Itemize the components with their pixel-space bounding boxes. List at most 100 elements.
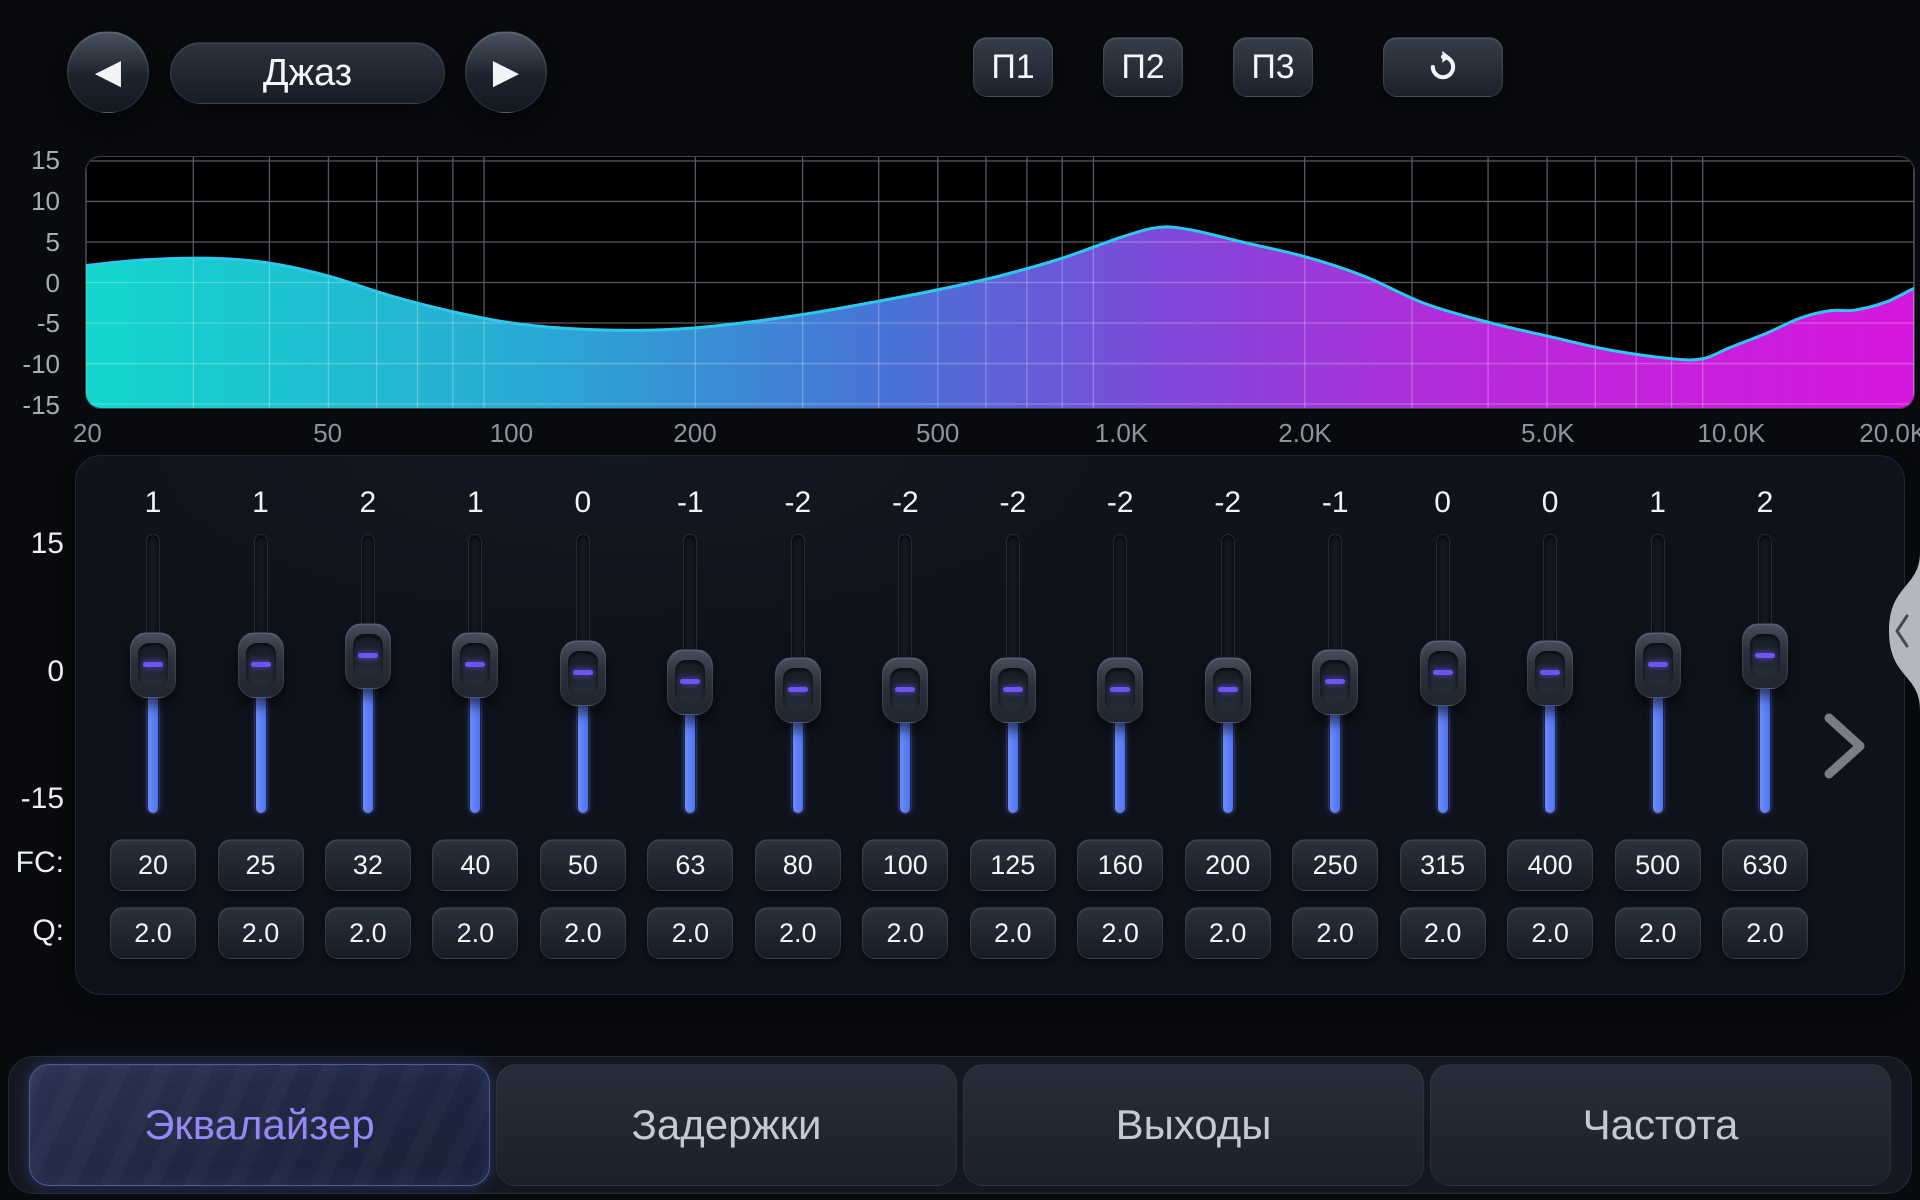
band-fc-button[interactable]: 200 [1185,839,1271,891]
band-q-button[interactable]: 2.0 [1615,907,1701,959]
x-tick-label: 20 [73,418,102,449]
preset-name: Джаз [263,52,352,95]
band-slider-thumb[interactable] [1527,640,1573,706]
tab-frequency[interactable]: Частота [1430,1064,1891,1186]
band-slider-thumb[interactable] [130,632,176,698]
tab-equalizer[interactable]: Эквалайзер [29,1064,490,1186]
band-slider-fill [256,685,266,814]
band-fc-button[interactable]: 50 [540,839,626,891]
eq-band-125hz: -2 125 2.0 [965,456,1061,996]
x-tick-label: 100 [490,418,533,449]
band-gain-value: 0 [1395,486,1491,520]
band-gain-value: 1 [427,486,523,520]
y-tick-label: 5 [0,228,60,256]
band-gain-value: 1 [1610,486,1706,520]
band-q-button[interactable]: 2.0 [1292,907,1378,959]
next-bands-page-button[interactable] [1816,710,1872,782]
band-fc-button[interactable]: 400 [1507,839,1593,891]
band-fc-button[interactable]: 40 [432,839,518,891]
fc-row-label: FC: [0,847,64,879]
band-fc-button[interactable]: 160 [1077,839,1163,891]
band-q-button[interactable]: 2.0 [540,907,626,959]
chart-x-axis: 20501002005001.0K2.0K5.0K10.0K20.0K [85,418,1915,448]
band-q-button[interactable]: 2.0 [1077,907,1163,959]
x-tick-label: 1.0K [1095,418,1149,449]
scale-label-mid: 0 [0,656,64,688]
band-fc-button[interactable]: 100 [862,839,948,891]
memory-button-2[interactable]: П2 [1103,37,1183,97]
slider-dash-icon [1433,670,1453,675]
band-slider-thumb[interactable] [1420,640,1466,706]
slider-dash-icon [1648,662,1668,667]
band-q-button[interactable]: 2.0 [862,907,948,959]
band-q-button[interactable]: 2.0 [970,907,1056,959]
band-slider-thumb[interactable] [1205,657,1251,723]
x-tick-label: 200 [673,418,716,449]
scale-label-bottom: -15 [0,783,64,815]
band-q-button[interactable]: 2.0 [325,907,411,959]
slider-dash-icon [895,687,915,692]
band-fc-button[interactable]: 20 [110,839,196,891]
band-slider-fill [1760,676,1770,813]
slider-dash-icon [1003,687,1023,692]
band-q-button[interactable]: 2.0 [1722,907,1808,959]
y-tick-label: -15 [0,391,60,419]
band-fc-button[interactable]: 630 [1722,839,1808,891]
slider-dash-icon [1755,653,1775,658]
bottom-tab-bar: ЭквалайзерЗадержкиВыходыЧастота [8,1056,1912,1194]
preset-selector[interactable]: Джаз [170,42,445,104]
eq-response-chart [85,156,1915,409]
y-tick-label: -10 [0,350,60,378]
band-slider-thumb[interactable] [775,657,821,723]
band-slider-thumb[interactable] [560,640,606,706]
band-slider-thumb[interactable] [1097,657,1143,723]
band-fc-button[interactable]: 32 [325,839,411,891]
band-slider-fill [363,676,373,813]
band-q-button[interactable]: 2.0 [647,907,733,959]
preset-prev-button[interactable]: ◀ [67,31,149,113]
eq-band-40hz: 1 40 2.0 [427,456,523,996]
band-gain-value: -2 [1072,486,1168,520]
band-gain-value: -2 [857,486,953,520]
band-slider-thumb[interactable] [1312,649,1358,715]
eq-band-100hz: -2 100 2.0 [857,456,953,996]
slider-dash-icon [573,670,593,675]
band-fc-button[interactable]: 250 [1292,839,1378,891]
x-tick-label: 5.0K [1521,418,1575,449]
y-tick-label: 10 [0,187,60,215]
band-slider-thumb[interactable] [1742,623,1788,689]
band-q-button[interactable]: 2.0 [755,907,841,959]
memory-button-3[interactable]: П3 [1233,37,1313,97]
band-gain-value: -1 [642,486,738,520]
x-tick-label: 500 [916,418,959,449]
eq-band-20hz: 1 20 2.0 [105,456,201,996]
band-fc-button[interactable]: 500 [1615,839,1701,891]
band-q-button[interactable]: 2.0 [432,907,518,959]
tab-delays[interactable]: Задержки [496,1064,957,1186]
band-slider-thumb[interactable] [667,649,713,715]
band-fc-button[interactable]: 63 [647,839,733,891]
band-slider-fill [1330,702,1340,814]
band-q-button[interactable]: 2.0 [1400,907,1486,959]
band-slider-fill [148,685,158,814]
band-fc-button[interactable]: 315 [1400,839,1486,891]
preset-next-button[interactable]: ▶ [465,31,547,113]
tab-outputs[interactable]: Выходы [963,1064,1424,1186]
band-slider-thumb[interactable] [1635,632,1681,698]
band-fc-button[interactable]: 80 [755,839,841,891]
band-q-button[interactable]: 2.0 [1507,907,1593,959]
memory-button-1[interactable]: П1 [973,37,1053,97]
band-q-button[interactable]: 2.0 [1185,907,1271,959]
band-slider-thumb[interactable] [882,657,928,723]
slider-dash-icon [1325,679,1345,684]
band-slider-thumb[interactable] [238,632,284,698]
band-fc-button[interactable]: 125 [970,839,1056,891]
band-slider-thumb[interactable] [452,632,498,698]
band-q-button[interactable]: 2.0 [110,907,196,959]
side-drawer-handle[interactable] [1874,552,1920,710]
reset-button[interactable] [1383,37,1503,97]
band-q-button[interactable]: 2.0 [218,907,304,959]
band-slider-thumb[interactable] [990,657,1036,723]
band-fc-button[interactable]: 25 [218,839,304,891]
band-slider-thumb[interactable] [345,623,391,689]
